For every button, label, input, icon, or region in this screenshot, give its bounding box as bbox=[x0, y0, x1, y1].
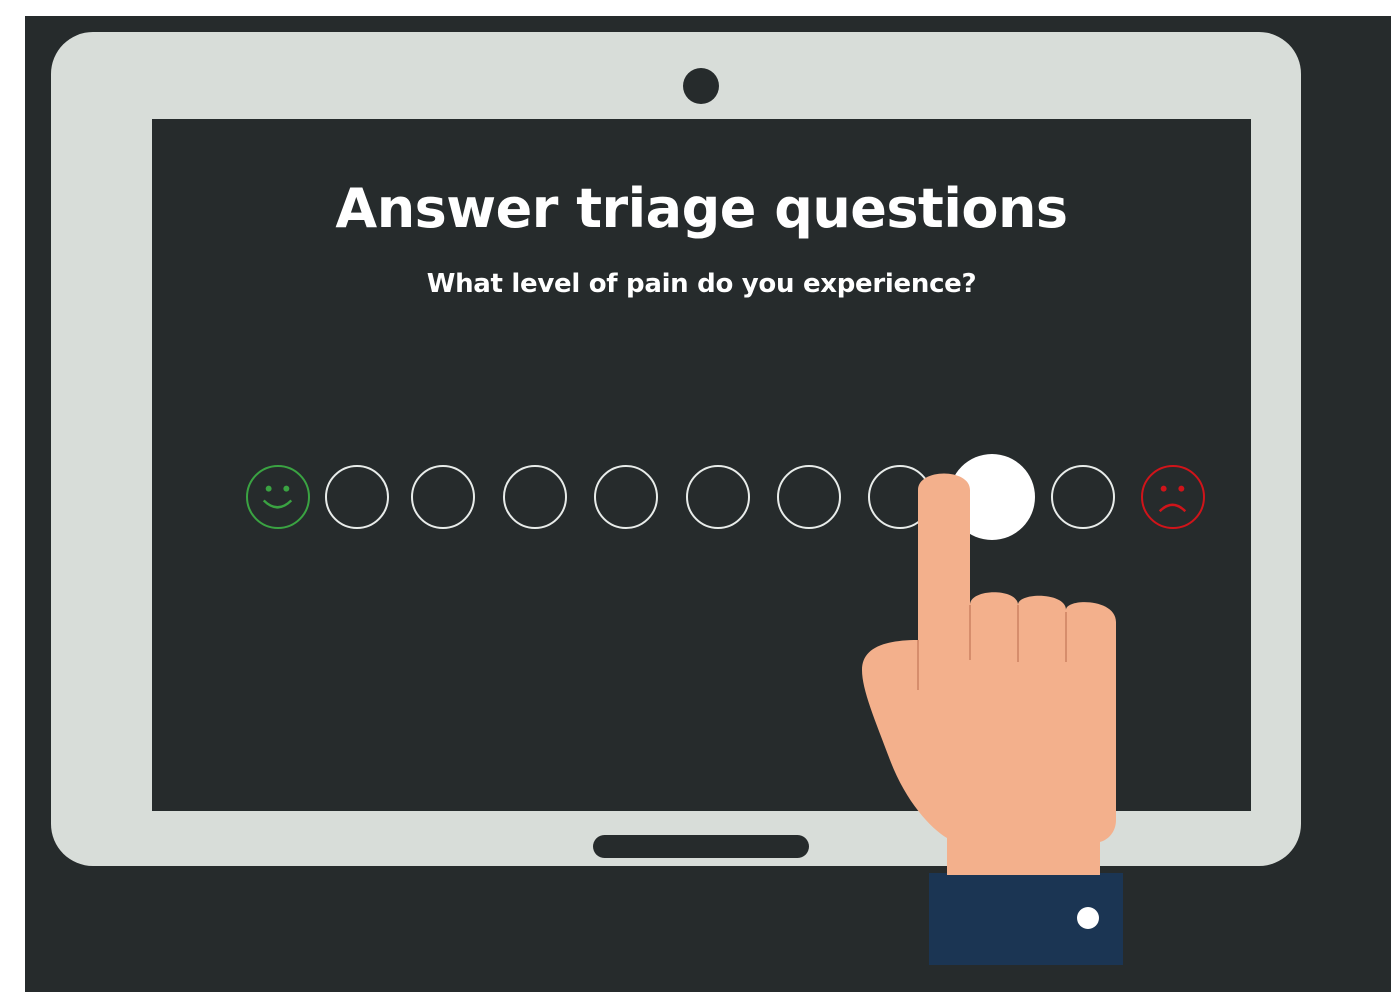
illustration-background: Answer triage questions What level of pa… bbox=[25, 16, 1391, 992]
cuff-button-icon bbox=[1077, 907, 1099, 929]
pointing-hand-icon bbox=[862, 473, 1123, 965]
